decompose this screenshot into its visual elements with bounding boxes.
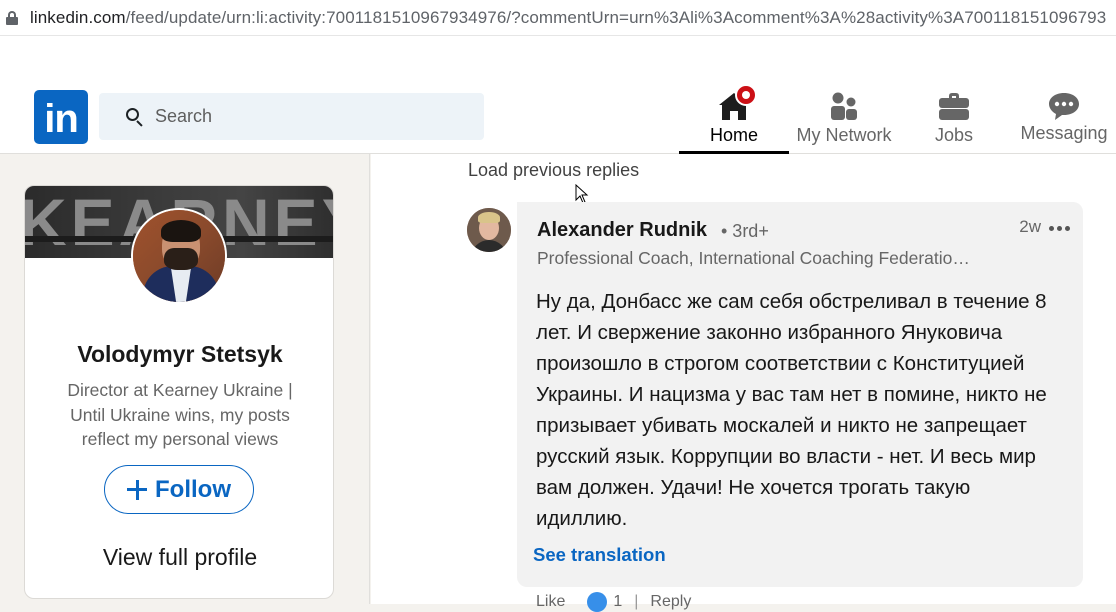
nav-my-network-label: My Network — [796, 125, 892, 145]
comment-text: Ну да, Донбасс же сам себя обстреливал в… — [536, 290, 1047, 530]
search-icon — [125, 107, 145, 127]
see-translation-link[interactable]: See translation — [533, 544, 666, 566]
mouse-cursor-icon — [575, 184, 589, 204]
profile-card: KEARNEY Volodymyr Stetsyk Director at Ke… — [24, 185, 334, 599]
url-path: /feed/update/urn:li:activity:70011815109… — [125, 7, 1107, 27]
avatar[interactable] — [131, 208, 227, 304]
follow-label: Follow — [155, 475, 231, 503]
nav-my-network[interactable]: My Network — [789, 80, 899, 154]
load-previous-replies[interactable]: Load previous replies — [468, 160, 639, 181]
profile-name[interactable]: Volodymyr Stetsyk — [25, 341, 333, 368]
search-box[interactable] — [99, 93, 484, 140]
url-host: linkedin.com — [30, 7, 126, 27]
nav-jobs[interactable]: Jobs — [899, 80, 1009, 154]
linkedin-logo[interactable]: in — [34, 90, 88, 144]
notification-badge — [735, 84, 757, 106]
network-icon — [831, 92, 857, 120]
nav-messaging-label: Messaging — [1020, 123, 1108, 143]
reaction-count[interactable]: 1 — [613, 593, 622, 611]
reply-button[interactable]: Reply — [650, 593, 691, 611]
connection-degree: • 3rd+ — [721, 221, 769, 241]
lock-icon[interactable] — [6, 10, 18, 25]
search-input[interactable] — [155, 106, 455, 127]
browser-address-bar[interactable]: linkedin.com/feed/update/urn:li:activity… — [0, 0, 1116, 36]
view-full-profile-link[interactable]: View full profile — [25, 544, 333, 571]
url-text[interactable]: linkedin.com/feed/update/urn:li:activity… — [30, 8, 1106, 28]
briefcase-icon — [939, 93, 969, 120]
toolbar-strip — [0, 36, 1116, 80]
comment-actions: Like 1 | Reply — [536, 592, 691, 612]
comment-timestamp: 2w — [1019, 217, 1041, 236]
nav-messaging[interactable]: Messaging — [1009, 80, 1116, 154]
more-options-icon[interactable] — [1049, 226, 1071, 231]
separator: | — [634, 593, 639, 610]
nav-home[interactable]: Home — [679, 80, 789, 154]
nav-home-label: Home — [709, 125, 758, 145]
commenter-avatar[interactable] — [467, 208, 511, 252]
author-headline: Professional Coach, International Coachi… — [537, 248, 970, 268]
linkedin-header: in Home My Network Jobs — [0, 80, 1116, 154]
nav-jobs-label: Jobs — [934, 125, 974, 145]
profile-headline: Director at Kearney Ukraine | Until Ukra… — [67, 380, 293, 449]
comment-author[interactable]: Alexander Rudnik — [537, 219, 707, 242]
comment-bubble: Alexander Rudnik • 3rd+ 2w Professional … — [517, 202, 1083, 587]
messaging-icon — [1049, 93, 1079, 120]
follow-button[interactable]: Follow — [104, 465, 254, 514]
like-reaction-icon — [587, 592, 608, 612]
like-button[interactable]: Like — [536, 593, 565, 611]
plus-icon — [127, 479, 147, 500]
